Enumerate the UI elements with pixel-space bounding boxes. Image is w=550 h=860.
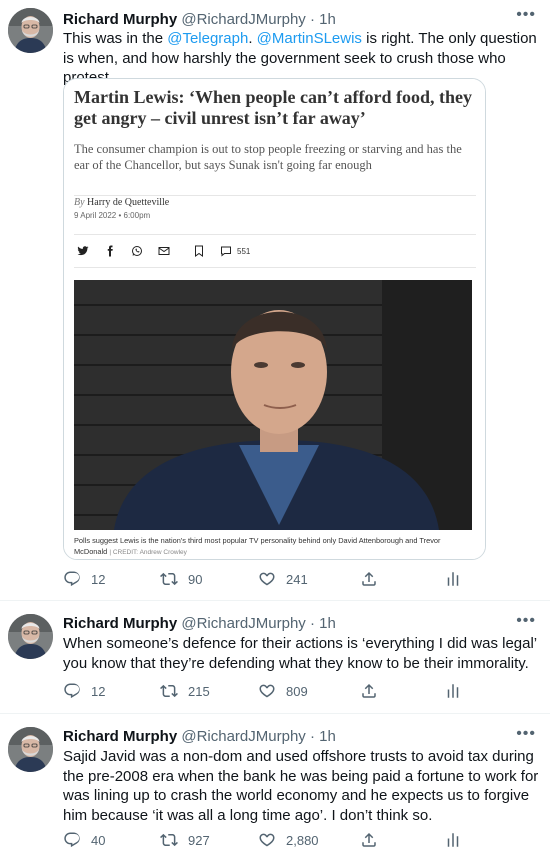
retweet-button[interactable]: 927 [160, 831, 210, 849]
comment-icon [219, 244, 233, 258]
share-icon [360, 682, 378, 700]
divider [74, 195, 476, 196]
reply-count: 40 [91, 832, 106, 848]
share-icon [360, 831, 378, 849]
author-handle[interactable]: @RichardJMurphy [181, 728, 305, 745]
article-share-bar: 551 [76, 243, 250, 259]
analytics-button[interactable] [444, 831, 462, 849]
bookmark-icon [192, 244, 206, 258]
like-button[interactable]: 241 [258, 570, 308, 588]
like-icon [258, 570, 276, 588]
tweet[interactable]: Richard Murphy @RichardJMurphy · 1h ••• … [0, 602, 550, 714]
article-subtitle: The consumer champion is out to stop peo… [74, 142, 462, 172]
mention-link[interactable]: @MartinSLewis [257, 30, 362, 47]
like-icon [258, 831, 276, 849]
like-button[interactable]: 2,880 [258, 831, 319, 849]
tweet-time[interactable]: · 1h [310, 615, 336, 632]
tweet-actions: 12 215 809 [63, 682, 483, 704]
tweet-actions: 40 927 2,880 [63, 831, 483, 853]
tweet-header: Richard Murphy @RichardJMurphy · 1h [63, 614, 336, 633]
tweet-time[interactable]: · 1h [310, 11, 336, 28]
reply-icon [63, 831, 81, 849]
retweet-count: 215 [188, 683, 210, 699]
twitter-icon [76, 244, 90, 258]
mention-link[interactable]: @Telegraph [167, 30, 248, 47]
comment-count: 551 [237, 246, 251, 256]
reply-button[interactable]: 12 [63, 570, 105, 588]
tweet-actions: 12 90 241 [63, 570, 483, 592]
reply-button[interactable]: 12 [63, 682, 105, 700]
tweet-header: Richard Murphy @RichardJMurphy · 1h [63, 727, 336, 746]
reply-button[interactable]: 40 [63, 831, 105, 849]
retweet-button[interactable]: 90 [160, 570, 202, 588]
retweet-button[interactable]: 215 [160, 682, 210, 700]
like-button[interactable]: 809 [258, 682, 308, 700]
share-button[interactable] [360, 831, 378, 849]
author-name[interactable]: Richard Murphy [63, 728, 177, 745]
author-handle[interactable]: @RichardJMurphy [181, 11, 305, 28]
tweet[interactable]: Richard Murphy @RichardJMurphy · 1h ••• … [0, 715, 550, 860]
share-icon [360, 570, 378, 588]
author-name[interactable]: Richard Murphy [63, 11, 177, 28]
whatsapp-icon [130, 244, 144, 258]
article-header: Martin Lewis: ‘When people can’t afford … [74, 87, 476, 173]
avatar[interactable] [8, 614, 53, 659]
reply-icon [63, 570, 81, 588]
retweet-count: 927 [188, 832, 210, 848]
divider [74, 234, 476, 235]
retweet-icon [160, 570, 178, 588]
like-icon [258, 682, 276, 700]
article-image-card[interactable]: Martin Lewis: ‘When people can’t afford … [63, 78, 486, 560]
article-title: Martin Lewis: ‘When people can’t afford … [74, 87, 472, 128]
author-name[interactable]: Richard Murphy [63, 615, 177, 632]
article-date: 9 April 2022 • 6:00pm [74, 211, 151, 220]
tweet-header: Richard Murphy @RichardJMurphy · 1h [63, 10, 336, 29]
reply-count: 12 [91, 683, 106, 699]
avatar[interactable] [8, 8, 53, 53]
more-icon[interactable]: ••• [516, 6, 536, 24]
analytics-icon [444, 831, 462, 849]
article-author: Harry de Quetteville [87, 197, 170, 208]
tweet-time[interactable]: · 1h [310, 728, 336, 745]
reply-icon [63, 682, 81, 700]
byline-prefix: By [74, 197, 85, 208]
share-button[interactable] [360, 682, 378, 700]
text-segment: This was in the [63, 30, 168, 47]
tweet-text: Sajid Javid was a non-dom and used offsh… [63, 748, 539, 824]
retweet-icon [160, 682, 178, 700]
author-handle[interactable]: @RichardJMurphy [181, 615, 305, 632]
facebook-icon [103, 244, 117, 258]
text-segment: . [248, 30, 257, 47]
divider [74, 267, 476, 268]
more-icon[interactable]: ••• [516, 725, 536, 743]
email-icon [157, 244, 171, 258]
analytics-icon [444, 570, 462, 588]
more-icon[interactable]: ••• [516, 612, 536, 630]
retweet-icon [160, 831, 178, 849]
tweet-text: When someone’s defence for their actions… [63, 635, 537, 672]
photo-caption: Polls suggest Lewis is the nation's thir… [74, 535, 474, 558]
photo-credit: | CREDIT: Andrew Crowley [109, 549, 187, 556]
retweet-count: 90 [188, 571, 203, 587]
like-count: 241 [286, 571, 308, 587]
avatar[interactable] [8, 727, 53, 772]
like-count: 809 [286, 683, 308, 699]
article-photo [74, 280, 472, 530]
analytics-icon [444, 682, 462, 700]
analytics-button[interactable] [444, 570, 462, 588]
article-byline: By Harry de Quetteville [74, 197, 169, 208]
share-button[interactable] [360, 570, 378, 588]
reply-count: 12 [91, 571, 106, 587]
analytics-button[interactable] [444, 682, 462, 700]
like-count: 2,880 [286, 832, 319, 848]
article-screenshot: Martin Lewis: ‘When people can’t afford … [64, 79, 485, 559]
tweet[interactable]: Richard Murphy @RichardJMurphy · 1h ••• … [0, 0, 550, 601]
